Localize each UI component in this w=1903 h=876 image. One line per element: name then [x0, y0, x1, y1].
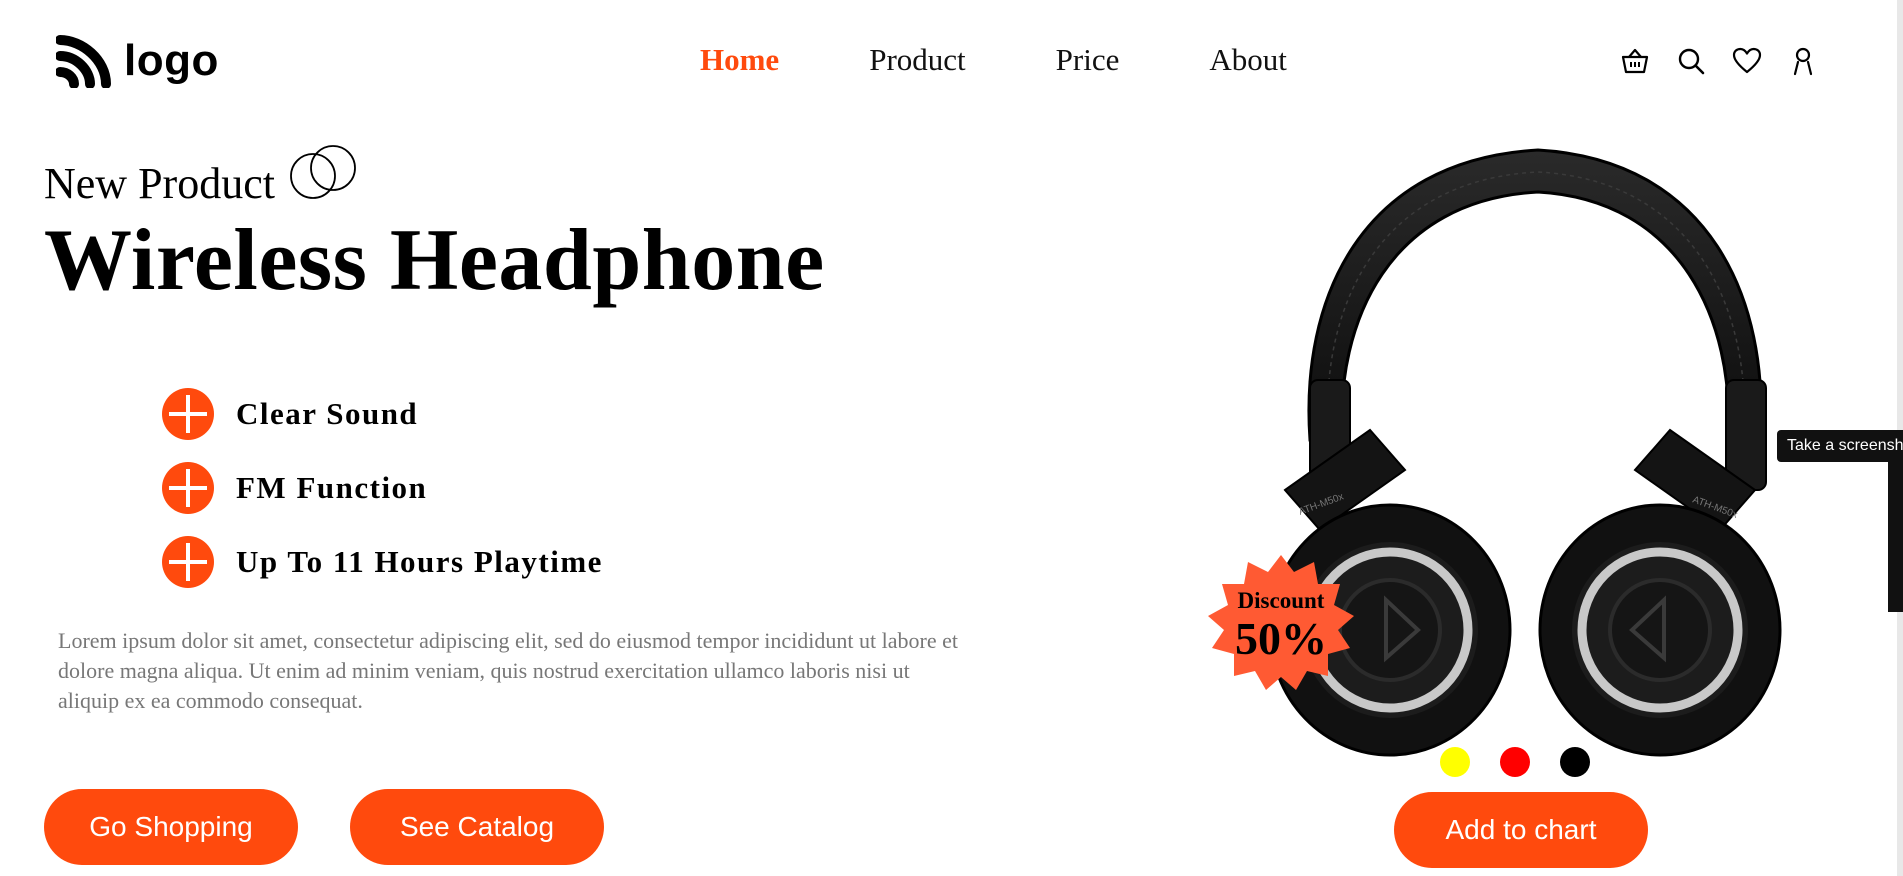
- discount-badge: Discount 50%: [1204, 550, 1358, 700]
- color-swatch-black[interactable]: [1560, 747, 1590, 777]
- logo[interactable]: logo: [56, 34, 219, 88]
- user-icon[interactable]: [1788, 46, 1818, 76]
- feature-list: Clear Sound FM Function Up To 11 Hours P…: [162, 388, 603, 588]
- page-title: Wireless Headphone: [44, 212, 825, 309]
- plus-icon: [162, 388, 214, 440]
- nav-home[interactable]: Home: [700, 42, 779, 78]
- color-swatch-yellow[interactable]: [1440, 747, 1470, 777]
- color-swatches: [1440, 747, 1590, 777]
- feature-item: Clear Sound: [162, 388, 603, 440]
- plus-icon: [162, 462, 214, 514]
- header-icons: [1620, 46, 1818, 76]
- go-shopping-button[interactable]: Go Shopping: [44, 789, 298, 865]
- add-to-chart-button[interactable]: Add to chart: [1394, 792, 1648, 868]
- feature-item: FM Function: [162, 462, 603, 514]
- rings-icon: [290, 145, 356, 199]
- nav-about[interactable]: About: [1209, 42, 1287, 78]
- screenshot-toolbar[interactable]: [1888, 462, 1903, 612]
- nav-price[interactable]: Price: [1056, 42, 1120, 78]
- subtitle-text: New Product: [44, 159, 275, 208]
- feature-label: Clear Sound: [236, 396, 419, 431]
- plus-icon: [162, 536, 214, 588]
- screenshot-tooltip: Take a screenshot: [1777, 430, 1903, 462]
- logo-text: logo: [124, 36, 219, 85]
- subtitle: New Product: [44, 145, 361, 209]
- discount-label: Discount: [1237, 588, 1325, 613]
- heart-icon[interactable]: [1732, 46, 1762, 76]
- main-nav: Home Product Price About: [700, 42, 1287, 78]
- search-icon[interactable]: [1676, 46, 1706, 76]
- product-description: Lorem ipsum dolor sit amet, consectetur …: [58, 628, 958, 713]
- discount-value: 50%: [1235, 613, 1327, 664]
- nav-product[interactable]: Product: [869, 42, 965, 78]
- see-catalog-button[interactable]: See Catalog: [350, 789, 604, 865]
- color-swatch-red[interactable]: [1500, 747, 1530, 777]
- feature-item: Up To 11 Hours Playtime: [162, 536, 603, 588]
- feature-label: Up To 11 Hours Playtime: [236, 544, 603, 579]
- basket-icon[interactable]: [1620, 46, 1650, 76]
- feature-label: FM Function: [236, 470, 428, 505]
- logo-mark-icon: [56, 35, 111, 88]
